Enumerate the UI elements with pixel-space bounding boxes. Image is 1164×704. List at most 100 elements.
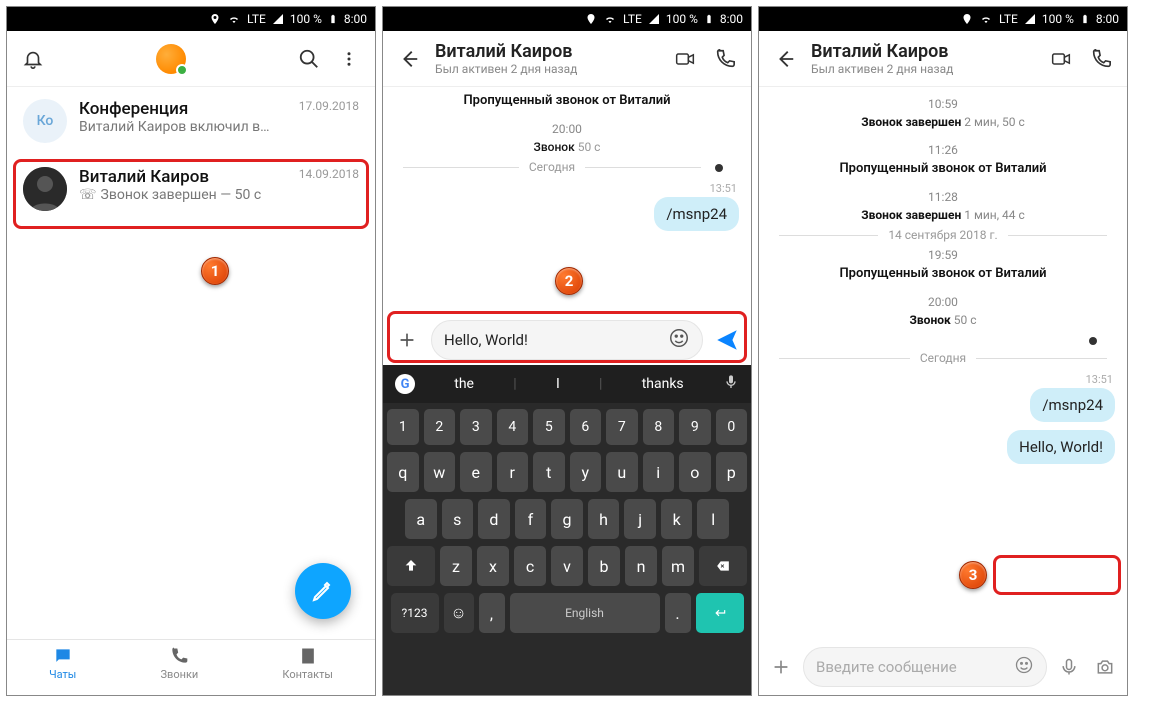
chat-row-vitaliy[interactable]: Виталий Каиров ☏Звонок завершен — 50 с 1… (7, 155, 375, 223)
key-u[interactable]: u (606, 452, 638, 492)
sys-missed-call: Пропущенный звонок от Виталий (759, 161, 1127, 176)
key-i[interactable]: i (643, 452, 675, 492)
suggestion-1[interactable]: the (454, 376, 474, 392)
key-0[interactable]: 0 (716, 409, 748, 445)
key-r[interactable]: r (497, 452, 529, 492)
mic-icon[interactable] (1055, 653, 1083, 681)
camera-icon[interactable] (1091, 653, 1119, 681)
bell-icon[interactable] (19, 45, 47, 73)
key-comma[interactable]: , (479, 593, 505, 633)
key-1[interactable]: 1 (387, 409, 419, 445)
key-m[interactable]: m (662, 546, 694, 586)
msg-bubble-msnp24[interactable]: /msnp24 (1030, 388, 1115, 422)
mic-icon[interactable] (723, 374, 739, 394)
voice-call-icon[interactable] (711, 45, 739, 73)
google-icon[interactable]: G (395, 374, 415, 394)
key-o[interactable]: o (679, 452, 711, 492)
sys-call: Звонок 50 с (759, 313, 1127, 327)
key-v[interactable]: v (551, 546, 583, 586)
chat-header-info[interactable]: Виталий Каиров Был активен 2 дня назад (435, 41, 659, 76)
emoji-icon[interactable] (668, 327, 690, 353)
search-icon[interactable] (295, 45, 323, 73)
voice-call-icon[interactable] (1087, 45, 1115, 73)
suggestion-3[interactable]: thanks (642, 376, 684, 392)
key-enter[interactable] (696, 593, 744, 633)
video-call-icon[interactable] (1047, 45, 1075, 73)
key-q[interactable]: q (387, 452, 419, 492)
sys-time: 11:26 (759, 143, 1127, 157)
key-a[interactable]: a (405, 499, 437, 539)
key-f[interactable]: f (515, 499, 547, 539)
avatar-vitaliy (23, 167, 67, 211)
key-symbols[interactable]: ?123 (391, 593, 439, 633)
chat-header-info[interactable]: Виталий Каиров Был активен 2 дня назад (811, 41, 1035, 76)
key-space[interactable]: English (510, 593, 660, 633)
key-8[interactable]: 8 (643, 409, 675, 445)
back-icon[interactable] (395, 45, 423, 73)
battery-icon (328, 12, 338, 26)
suggestion-2[interactable]: I (556, 376, 560, 392)
sys-call-duration: Звонок 50 с (383, 140, 751, 154)
key-4[interactable]: 4 (497, 409, 529, 445)
key-y[interactable]: y (570, 452, 602, 492)
key-l[interactable]: l (697, 499, 729, 539)
key-2[interactable]: 2 (424, 409, 456, 445)
wifi-icon (227, 13, 241, 25)
key-d[interactable]: d (478, 499, 510, 539)
battery-text: 100 % (290, 12, 322, 26)
nav-chats[interactable]: Чаты (49, 646, 76, 681)
chat-row-conference[interactable]: Ко Конференция Виталий Каиров включил в…… (7, 87, 375, 155)
topbar (7, 31, 375, 87)
sys-call: Звонок завершен 1 мин, 44 с (759, 208, 1127, 222)
chat-presence: Был активен 2 дня назад (811, 62, 1035, 76)
badge-3: 3 (959, 561, 987, 589)
sys-missed-call: Пропущенный звонок от Виталий (759, 266, 1127, 281)
key-s[interactable]: s (442, 499, 474, 539)
key-p[interactable]: p (716, 452, 748, 492)
keyboard-rows: 1234567890 qwertyuiop asdfghjkl zxcvbnm … (383, 403, 751, 646)
msg-bubble-msnp24[interactable]: /msnp24 (654, 197, 739, 231)
key-9[interactable]: 9 (679, 409, 711, 445)
badge-1: 1 (201, 257, 229, 285)
key-period[interactable]: . (665, 593, 691, 633)
keyboard[interactable]: G the | I | thanks 1234567890 qwertyuiop… (383, 365, 751, 696)
chat-body[interactable]: Пропущенный звонок от Виталий 20:00 Звон… (383, 87, 751, 337)
back-icon[interactable] (771, 45, 799, 73)
key-7[interactable]: 7 (606, 409, 638, 445)
chat-body[interactable]: 10:59 Звонок завершен 2 мин, 50 с 11:26 … (759, 87, 1127, 641)
key-z[interactable]: z (440, 546, 472, 586)
sys-time: 20:00 (759, 295, 1127, 309)
key-5[interactable]: 5 (533, 409, 565, 445)
key-w[interactable]: w (424, 452, 456, 492)
key-x[interactable]: x (477, 546, 509, 586)
more-icon[interactable] (335, 45, 363, 73)
key-6[interactable]: 6 (570, 409, 602, 445)
attach-icon[interactable] (767, 653, 795, 681)
key-3[interactable]: 3 (460, 409, 492, 445)
key-emoji[interactable]: ☺ (444, 593, 474, 633)
chat-header: Виталий Каиров Был активен 2 дня назад (383, 31, 751, 87)
key-j[interactable]: j (624, 499, 656, 539)
msg-bubble-hello[interactable]: Hello, World! (1007, 430, 1115, 464)
key-k[interactable]: k (661, 499, 693, 539)
key-e[interactable]: e (460, 452, 492, 492)
key-b[interactable]: b (588, 546, 620, 586)
message-input[interactable]: Hello, World! (431, 320, 703, 360)
message-input[interactable]: Введите сообщение (803, 647, 1047, 687)
emoji-icon[interactable] (1014, 655, 1034, 679)
send-button[interactable] (711, 324, 743, 356)
key-c[interactable]: c (514, 546, 546, 586)
key-shift[interactable] (387, 546, 435, 586)
key-t[interactable]: t (533, 452, 565, 492)
nav-calls[interactable]: Звонки (161, 646, 199, 681)
key-backspace[interactable] (699, 546, 747, 586)
key-n[interactable]: n (625, 546, 657, 586)
key-g[interactable]: g (551, 499, 583, 539)
video-call-icon[interactable] (671, 45, 699, 73)
sys-time: 11:28 (759, 190, 1127, 204)
nav-contacts[interactable]: Контакты (282, 646, 333, 681)
key-h[interactable]: h (588, 499, 620, 539)
compose-fab[interactable] (295, 563, 351, 619)
chat-presence: Был активен 2 дня назад (435, 62, 659, 76)
attach-icon[interactable] (391, 326, 423, 354)
